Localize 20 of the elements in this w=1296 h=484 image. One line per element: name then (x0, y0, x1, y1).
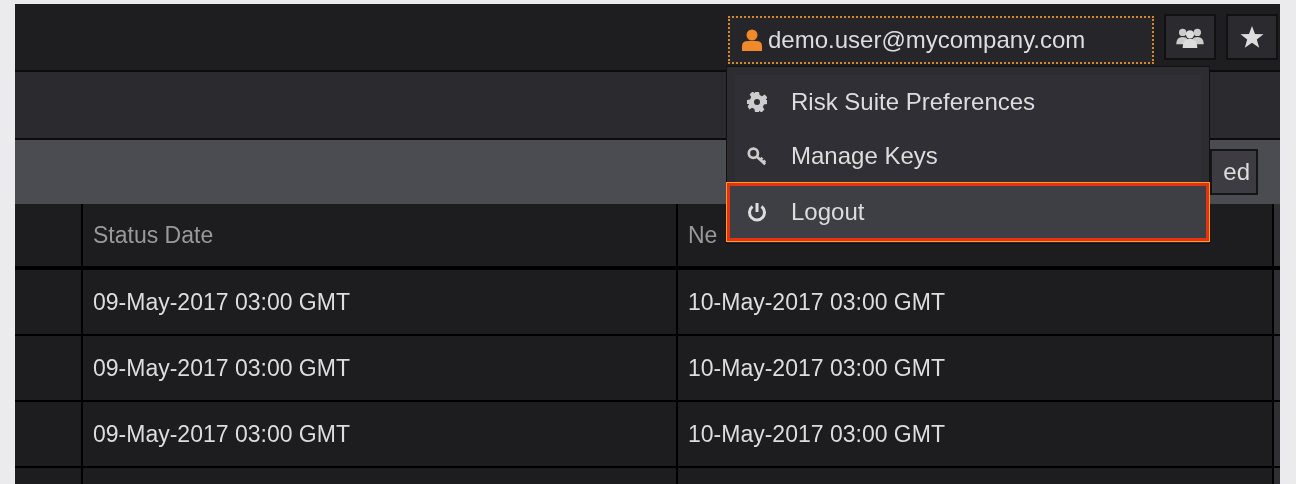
favorites-button[interactable] (1226, 14, 1278, 60)
users-button[interactable] (1164, 14, 1216, 60)
person-icon (742, 29, 762, 51)
table-cell-text: 10-May-2017 03:00 GMT (687, 287, 946, 317)
star-icon (1240, 25, 1264, 49)
menu-item[interactable]: Manage Keys (735, 129, 1201, 183)
table-cell: 09-May-2017 03:00 GMT (83, 402, 678, 466)
menu-item[interactable]: Risk Suite Preferences (735, 75, 1201, 129)
column-header[interactable]: Status Date (83, 204, 678, 266)
power-icon (747, 202, 767, 222)
table-cell-text: 10-May-2017 03:00 GMT (687, 419, 946, 449)
table-cell: 09-May-2017 03:00 GMT (83, 336, 678, 400)
gear-icon (747, 92, 767, 112)
table-cell: 09-May-2017 03:00 GMT (83, 270, 678, 334)
table-cell-text: 10-May-2017 03:00 GMT (687, 353, 946, 383)
user-menu-button[interactable]: demo.user@mycompany.com (728, 16, 1154, 64)
menu-item[interactable]: Logout (727, 183, 1209, 241)
group-icon (1176, 26, 1204, 48)
key-icon (747, 146, 767, 166)
toolbar-button[interactable]: ed (1210, 149, 1258, 195)
